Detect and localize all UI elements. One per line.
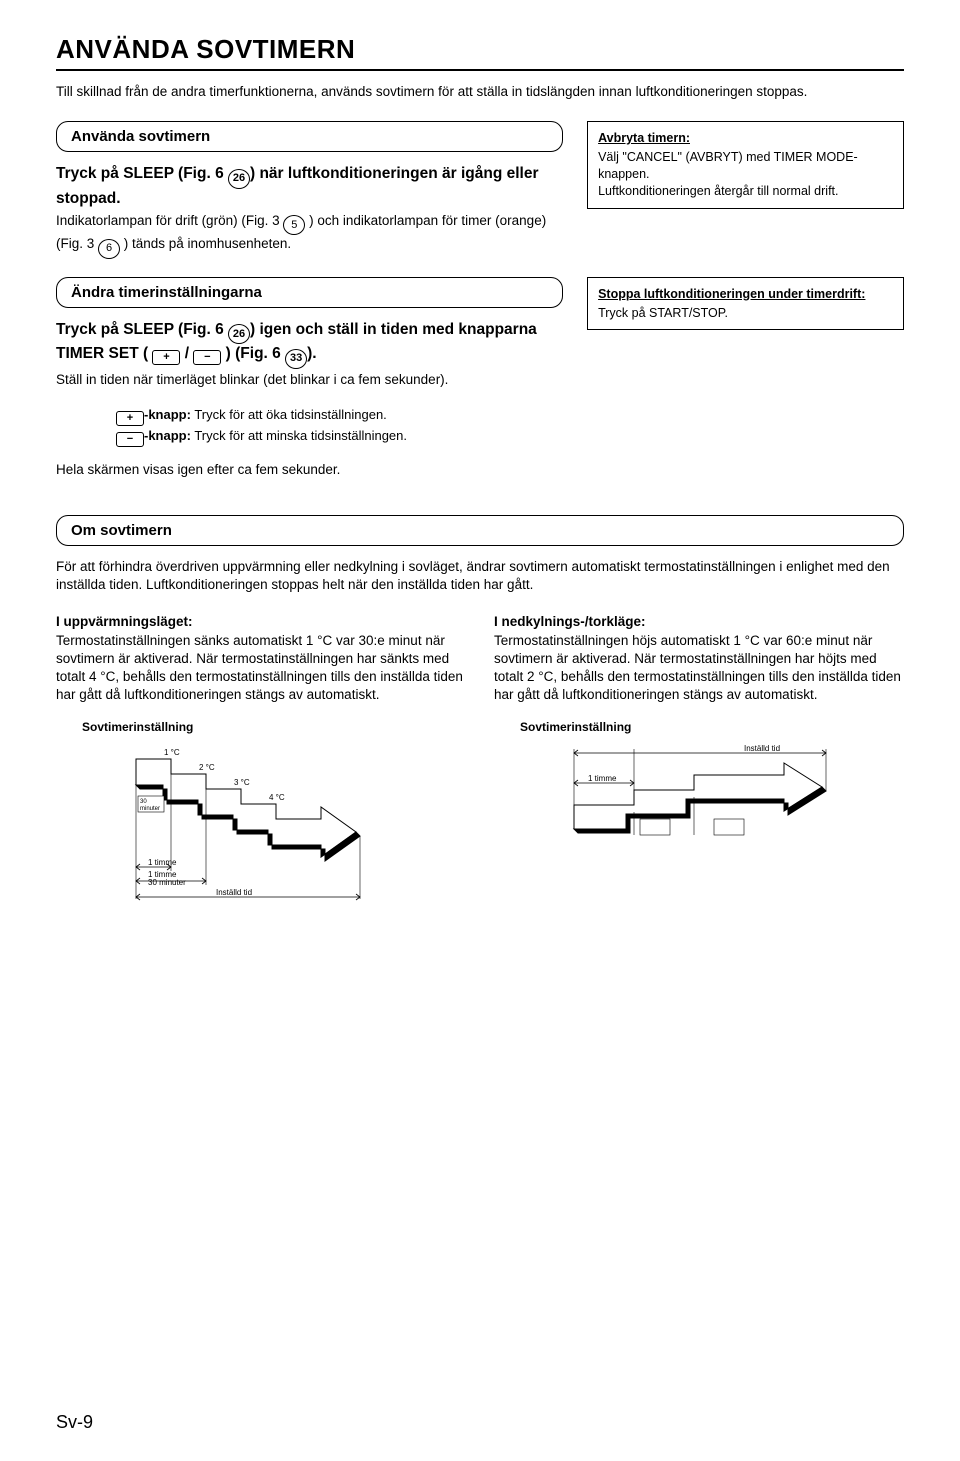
cooling-title: I nedkylnings-/torkläge:: [494, 613, 904, 631]
title-rule: [56, 69, 904, 71]
t: -knapp:: [144, 407, 191, 422]
box-cancel-title: Avbryta timern:: [598, 130, 893, 147]
t: /: [180, 345, 193, 362]
heating-column: I uppvärmningsläget: Termostatinställnin…: [56, 613, 466, 915]
minus-icon-2: −: [116, 432, 144, 447]
row-use-timer: Använda sovtimern Tryck på SLEEP (Fig. 6…: [56, 121, 904, 258]
heating-title: I uppvärmningsläget:: [56, 613, 466, 631]
use-step-1-sub: Indikatorlampan för drift (grön) (Fig. 3…: [56, 212, 563, 259]
use-step-1: Tryck på SLEEP (Fig. 6 26) när luftkondi…: [56, 164, 563, 209]
d1-c1: 1 °C: [164, 748, 180, 757]
ref-33-icon: 33: [285, 349, 307, 369]
page-number: Sv-9: [56, 1412, 93, 1433]
t: ) (Fig. 6: [221, 345, 285, 362]
change-step-1-sub: Ställ in tiden när timerläget blinkar (d…: [56, 371, 563, 389]
box-cancel-line1: Välj "CANCEL" (AVBRYT) med TIMER MODE-kn…: [598, 150, 858, 181]
cooling-diagram: 1 °C 2 °C: [554, 739, 834, 864]
heating-sov-label: Sovtimerinställning: [82, 719, 466, 735]
d1-30a: 30: [140, 799, 147, 805]
t: ) tänds på inomhusenheten.: [120, 236, 291, 251]
cooling-body: Termostatinställningen höjs automatiskt …: [494, 632, 904, 705]
plus-icon-2: +: [116, 411, 144, 426]
box-stop-title: Stoppa luftkonditioneringen under timerd…: [598, 286, 893, 303]
d1-30b: minuter: [140, 806, 160, 812]
d1-h130b: 30 minuter: [148, 878, 186, 887]
t: Tryck på SLEEP (Fig. 6: [56, 165, 228, 182]
heating-diagram: 1 °C 2 °C 3 °C 4 °C: [116, 739, 396, 914]
change-step-1: Tryck på SLEEP (Fig. 6 26) igen och stäl…: [56, 320, 563, 369]
d1-c2: 2 °C: [199, 763, 215, 772]
d1-h1: 1 timme: [148, 858, 177, 867]
t: ).: [307, 345, 316, 362]
row-change-settings: Ändra timerinställningarna Tryck på SLEE…: [56, 277, 904, 479]
ref-6-icon: 6: [98, 239, 120, 259]
heating-body: Termostatinställningen sänks automatiskt…: [56, 632, 466, 705]
t: Indikatorlampan för drift (grön) (Fig. 3: [56, 213, 283, 228]
om-body: För att förhindra överdriven uppvärmning…: [56, 558, 904, 594]
intro-text: Till skillnad från de andra timerfunktio…: [56, 83, 904, 101]
plus-knapp-def: +-knapp: Tryck för att öka tidsinställni…: [116, 405, 563, 447]
ref-26b-icon: 26: [228, 324, 250, 344]
t: Tryck på SLEEP (Fig. 6: [56, 321, 228, 338]
change-step-2: Hela skärmen visas igen efter ca fem sek…: [56, 461, 563, 479]
t: -knapp:: [144, 428, 191, 443]
cooling-column: I nedkylnings-/torkläge: Termostatinstäl…: [494, 613, 904, 915]
ref-5-icon: 5: [283, 215, 305, 235]
pill-change-timer: Ändra timerinställningarna: [56, 277, 563, 308]
plus-button-icon: +: [152, 350, 180, 365]
d1-inst: Inställd tid: [216, 888, 252, 897]
pill-use-sovtimern: Använda sovtimern: [56, 121, 563, 152]
d2-h1: 1 timme: [588, 774, 617, 783]
mode-columns: I uppvärmningsläget: Termostatinställnin…: [56, 613, 904, 915]
box-stop-timer: Stoppa luftkonditioneringen under timerd…: [587, 277, 904, 331]
d1-c4: 4 °C: [269, 793, 285, 802]
d2-inst: Inställd tid: [744, 744, 780, 753]
om-sovtimern-section: Om sovtimern För att förhindra överdrive…: [56, 515, 904, 914]
t: Tryck för att minska tidsinställningen.: [194, 428, 407, 443]
box-cancel-timer: Avbryta timern: Välj "CANCEL" (AVBRYT) m…: [587, 121, 904, 209]
ref-26-icon: 26: [228, 169, 250, 189]
page-title: ANVÄNDA SOVTIMERN: [56, 34, 904, 65]
cooling-sov-label: Sovtimerinställning: [520, 719, 904, 735]
t: Tryck för att öka tidsinställningen.: [194, 407, 386, 422]
box-stop-line1: Tryck på START/STOP.: [598, 306, 728, 320]
pill-om-sovtimern: Om sovtimern: [56, 515, 904, 546]
minus-button-icon: −: [193, 350, 221, 365]
d1-c3: 3 °C: [234, 778, 250, 787]
box-cancel-line2: Luftkonditioneringen återgår till normal…: [598, 184, 838, 198]
